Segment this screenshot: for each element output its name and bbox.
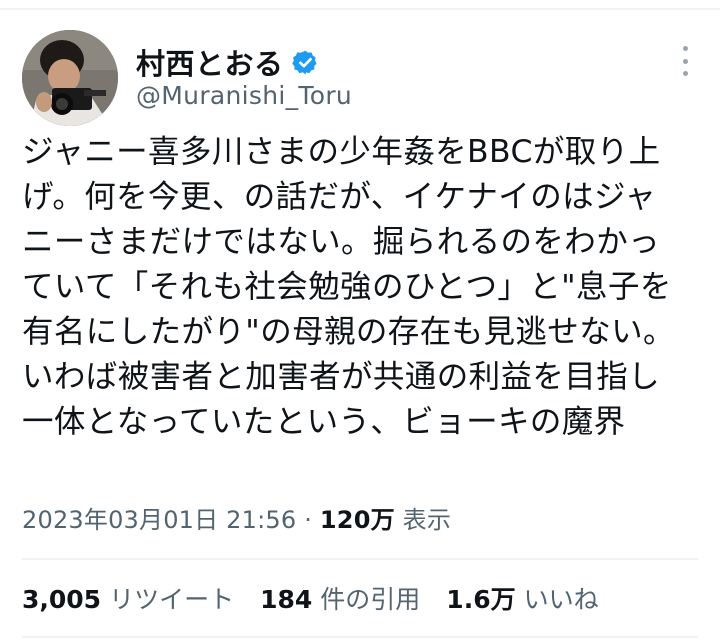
tweet-text: ジャニー喜多川さまの少年姦をBBCが取り上 げ。何を今更、の話だが、イケナイのは…	[22, 130, 712, 445]
author-handle[interactable]: @Muranishi_Toru	[136, 81, 352, 110]
stats-top-divider	[22, 558, 698, 560]
engagement-stats: 3,005 リツイート 184 件の引用 1.6万 いいね	[22, 580, 625, 616]
meta-separator: ·	[304, 506, 313, 534]
views-label: 表示	[402, 506, 452, 534]
tweet-text-line: げ。何を今更、の話だが、イケナイのはジャ	[22, 179, 657, 215]
tweet-timestamp[interactable]: 2023年03月01日 21:56	[22, 506, 296, 534]
more-dot	[682, 58, 688, 64]
stats-bottom-divider	[22, 636, 698, 638]
views-count: 120万	[319, 506, 395, 534]
tweet-text-line: 有名にしたがり"の母親の存在も見逃せない。	[22, 314, 675, 350]
tweet-text-line: いわば被害者と加害者が共通の利益を目指し	[22, 359, 661, 395]
verified-badge-icon	[291, 50, 317, 74]
author-display-name[interactable]: 村西とおる	[136, 41, 284, 83]
retweets-count[interactable]: 3,005	[22, 585, 101, 614]
avatar-photo	[22, 30, 118, 126]
quotes-count[interactable]: 184	[260, 585, 312, 614]
tweet-card: 村西とおる @Muranishi_Toru ジャニー喜多川さまの少年姦をBBCが…	[0, 0, 720, 642]
tweet-text-line: 一体となっていたという、ビョーキの魔界	[22, 404, 626, 440]
tweet-text-line: ていて「それも社会勉強のひとつ」と"息子を	[22, 269, 672, 305]
quotes-label[interactable]: 件の引用	[320, 580, 420, 616]
likes-count[interactable]: 1.6万	[446, 580, 515, 616]
author-name-row: 村西とおる	[136, 42, 319, 82]
tweet-text-line: ジャニー喜多川さまの少年姦をBBCが取り上	[22, 134, 661, 170]
more-dot	[682, 46, 688, 51]
retweets-label[interactable]: リツイート	[109, 580, 234, 616]
more-vertical-icon[interactable]	[674, 46, 696, 76]
likes-label[interactable]: いいね	[524, 580, 599, 616]
more-dot	[682, 71, 688, 76]
tweet-meta: 2023年03月01日 21:56 · 120万 表示	[22, 500, 451, 535]
tweet-text-line: ニーさまだけではない。掘られるのをわかっ	[22, 224, 661, 260]
avatar[interactable]	[22, 30, 118, 126]
